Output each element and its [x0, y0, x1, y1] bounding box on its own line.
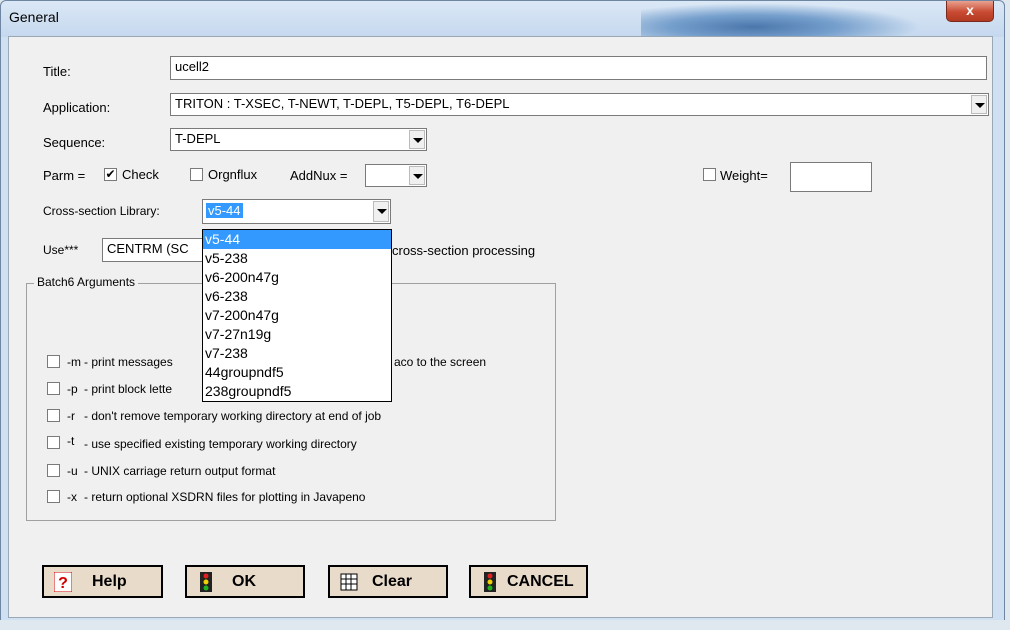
chevron-down-icon[interactable]	[409, 130, 425, 149]
title-input[interactable]: ucell2	[170, 56, 987, 80]
application-value: TRITON : T-XSEC, T-NEWT, T-DEPL, T5-DEPL…	[175, 96, 510, 111]
arg-text: - UNIX carriage return output format	[84, 464, 276, 478]
weight-input[interactable]	[790, 162, 872, 192]
check-label: Check	[122, 167, 159, 182]
arg-p-checkbox[interactable]	[47, 382, 60, 395]
arg-flag: -p	[67, 382, 78, 396]
ok-button[interactable]: OK	[185, 565, 305, 598]
chevron-down-icon[interactable]	[373, 201, 389, 222]
application-select[interactable]: TRITON : T-XSEC, T-NEWT, T-DEPL, T5-DEPL…	[170, 93, 989, 116]
arg-u-checkbox[interactable]	[47, 464, 60, 477]
close-button[interactable]: x	[946, 1, 994, 22]
xslib-option[interactable]: v7-200n47g	[203, 306, 391, 325]
weight-checkbox[interactable]	[703, 168, 716, 181]
use-select[interactable]: CENTRM (SC	[102, 238, 212, 262]
arg-text: - return optional XSDRN files for plotti…	[84, 490, 366, 504]
arg-flag: -t	[67, 434, 75, 448]
parm-label: Parm =	[43, 168, 86, 183]
cancel-button[interactable]: CANCEL	[469, 565, 588, 598]
xslib-option[interactable]: v6-200n47g	[203, 268, 391, 287]
xslib-label: Cross-section Library:	[43, 204, 160, 218]
xslib-option[interactable]: v5-238	[203, 249, 391, 268]
clear-button[interactable]: Clear	[328, 565, 448, 598]
batch6-title: Batch6 Arguments	[34, 275, 139, 289]
window-title: General	[9, 9, 59, 25]
sequence-select[interactable]: T-DEPL	[170, 128, 427, 151]
arg-text: - print messages	[84, 355, 173, 369]
xslib-option[interactable]: v7-27n19g	[203, 325, 391, 344]
help-icon: ?	[54, 572, 72, 592]
addnux-select[interactable]	[365, 164, 427, 187]
titlebar-decoration	[641, 3, 921, 37]
arg-x-checkbox[interactable]	[47, 490, 60, 503]
cancel-label: CANCEL	[507, 573, 574, 590]
application-label: Application:	[43, 100, 111, 115]
arg-text-tail: aco to the screen	[394, 355, 487, 369]
addnux-label: AddNux =	[290, 168, 348, 183]
use-label: Use***	[43, 243, 79, 257]
title-bar[interactable]: General x	[1, 1, 1004, 37]
title-label: Title:	[43, 64, 71, 79]
orgnflux-checkbox[interactable]	[190, 168, 203, 181]
arg-text: - use specified existing temporary worki…	[84, 437, 357, 451]
xslib-option[interactable]: v7-238	[203, 344, 391, 363]
traffic-light-icon	[200, 572, 212, 592]
xslib-option[interactable]: 238groupndf5	[203, 382, 391, 401]
xslib-select[interactable]: v5-44	[202, 199, 391, 224]
xslib-value: v5-44	[206, 203, 243, 218]
help-button[interactable]: ? Help	[42, 565, 163, 598]
arg-flag: -x	[67, 490, 77, 504]
check-checkbox[interactable]: ✔	[104, 168, 117, 181]
chevron-down-icon[interactable]	[971, 95, 987, 114]
traffic-light-icon	[484, 572, 496, 592]
svg-text:?: ?	[58, 575, 68, 592]
chevron-down-icon[interactable]	[409, 166, 425, 185]
desktop-strip	[0, 620, 1010, 630]
arg-flag: -m	[67, 355, 81, 369]
arg-t-checkbox[interactable]	[47, 436, 60, 449]
arg-flag: -r	[67, 409, 75, 423]
arg-text: - don't remove temporary working directo…	[84, 409, 382, 423]
xslib-option[interactable]: 44groupndf5	[203, 363, 391, 382]
ok-label: OK	[232, 573, 256, 590]
orgnflux-label: Orgnflux	[208, 167, 258, 182]
sequence-label: Sequence:	[43, 135, 106, 150]
arg-text: - print block lette	[84, 382, 173, 396]
arg-flag: -u	[67, 464, 78, 478]
arg-r-checkbox[interactable]	[47, 409, 60, 422]
arg-m-checkbox[interactable]	[47, 355, 60, 368]
weight-label: Weight=	[720, 168, 768, 183]
help-label: Help	[92, 573, 127, 590]
grid-icon	[340, 573, 358, 591]
xslib-option[interactable]: v6-238	[203, 287, 391, 306]
sequence-value: T-DEPL	[175, 131, 221, 146]
clear-label: Clear	[372, 573, 413, 590]
xslib-option[interactable]: v5-44	[203, 230, 391, 249]
use-suffix-label: cross-section processing	[392, 243, 536, 258]
xslib-dropdown-list[interactable]: v5-44 v5-238 v6-200n47g v6-238 v7-200n47…	[202, 229, 392, 402]
